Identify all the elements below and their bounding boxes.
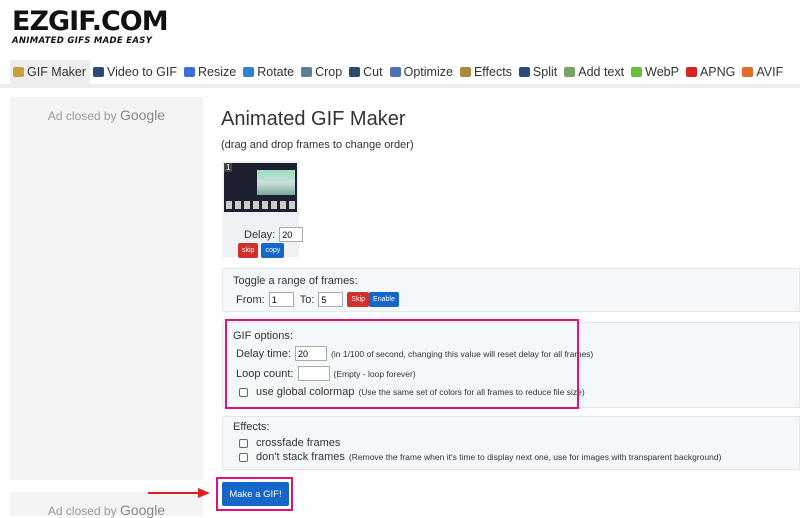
range-enable-button[interactable]: Enable xyxy=(369,292,399,307)
effects-title: Effects: xyxy=(233,421,270,433)
frame-delay-label: Delay: xyxy=(244,228,276,241)
ad-placeholder: Ad closed by Google xyxy=(10,97,203,480)
nav-item-video-to-gif[interactable]: Video to GIF xyxy=(90,60,181,84)
toggle-range-section: Toggle a range of frames: From: To: Skip… xyxy=(222,268,800,312)
highlight-box xyxy=(216,477,293,511)
to-input[interactable] xyxy=(318,292,344,307)
nav-item-label: APNG xyxy=(699,65,736,79)
toggle-title: Toggle a range of frames: xyxy=(233,275,358,287)
frame-card[interactable]: 1 Delay: skip copy xyxy=(222,161,304,258)
nav-item-label: Effects xyxy=(473,65,512,79)
logo-tagline: ANIMATED GIFS MADE EASY xyxy=(12,36,153,46)
nav-item-avif[interactable]: AVIF xyxy=(739,60,787,84)
nav-item-label: Cut xyxy=(363,65,383,79)
arrow-icon xyxy=(148,488,210,498)
nav-item-label: Add text xyxy=(578,65,625,79)
avif-icon xyxy=(742,67,754,77)
effects-icon xyxy=(459,67,471,77)
dont-stack-label: don't stack frames xyxy=(256,451,345,463)
nav-item-rotate[interactable]: Rotate xyxy=(240,60,298,84)
nav-item-label: Rotate xyxy=(257,65,295,79)
nav-item-resize[interactable]: Resize xyxy=(181,60,240,84)
crop-icon xyxy=(301,67,313,77)
add-text-icon xyxy=(564,67,576,77)
split-icon xyxy=(518,67,530,77)
nav-item-add-text[interactable]: Add text xyxy=(561,60,628,84)
effects-section: Effects: crossfade frames don't stack fr… xyxy=(222,416,800,470)
nav-item-optimize[interactable]: Optimize xyxy=(387,60,457,84)
frame-delay-input[interactable] xyxy=(279,227,304,242)
nav-item-label: WebP xyxy=(645,65,679,79)
nav-item-gif-maker[interactable]: GIF Maker xyxy=(10,60,91,84)
cut-icon xyxy=(349,67,361,77)
resize-icon xyxy=(184,67,195,77)
crossfade-label: crossfade frames xyxy=(256,437,341,449)
dont-stack-note: (Remove the frame when it's time to disp… xyxy=(348,452,722,462)
optimize-icon xyxy=(389,67,401,77)
film-icon xyxy=(93,67,105,77)
nav-item-label: Resize xyxy=(198,65,237,79)
frame-skip-button[interactable]: skip xyxy=(238,243,259,258)
page-title: Animated GIF Maker xyxy=(221,108,406,130)
rotate-icon xyxy=(243,67,255,77)
highlight-box xyxy=(225,319,579,409)
nav-item-label: AVIF xyxy=(756,65,784,79)
frame-thumbnail[interactable]: 1 xyxy=(224,163,297,212)
ad-brand: Google xyxy=(119,107,166,123)
nav-item-label: GIF Maker xyxy=(27,65,87,79)
crossfade-checkbox[interactable] xyxy=(239,438,248,448)
nav-item-webp[interactable]: WebP xyxy=(628,60,683,84)
logo-title: EZGIF.COM xyxy=(12,6,169,37)
nav-item-effects[interactable]: Effects xyxy=(457,60,516,84)
frame-number: 1 xyxy=(224,163,233,172)
ad-text: Ad closed by xyxy=(47,109,117,123)
gif-maker-icon xyxy=(13,67,24,77)
frame-copy-button[interactable]: copy xyxy=(261,243,285,258)
from-input[interactable] xyxy=(268,292,294,307)
apng-icon xyxy=(685,67,697,77)
nav-item-label: Crop xyxy=(315,65,343,79)
dont-stack-checkbox[interactable] xyxy=(239,452,248,462)
main-nav: GIF Maker Video to GIF Resize Rotate Crop Cut… xyxy=(0,60,800,88)
nav-item-crop[interactable]: Crop xyxy=(298,60,346,84)
webp-icon xyxy=(631,67,643,77)
range-skip-button[interactable]: Skip xyxy=(347,292,370,307)
nav-item-label: Optimize xyxy=(403,65,453,79)
nav-item-label: Split xyxy=(532,65,558,79)
nav-item-split[interactable]: Split xyxy=(516,60,561,84)
logo[interactable]: EZGIF.COM ANIMATED GIFS MADE EASY xyxy=(12,6,169,46)
drag-hint: (drag and drop frames to change order) xyxy=(221,139,414,151)
nav-item-cut[interactable]: Cut xyxy=(346,60,386,84)
to-label: To: xyxy=(299,293,315,306)
from-label: From: xyxy=(236,293,265,306)
nav-item-apng[interactable]: APNG xyxy=(683,60,739,84)
nav-item-label: Video to GIF xyxy=(107,65,177,79)
